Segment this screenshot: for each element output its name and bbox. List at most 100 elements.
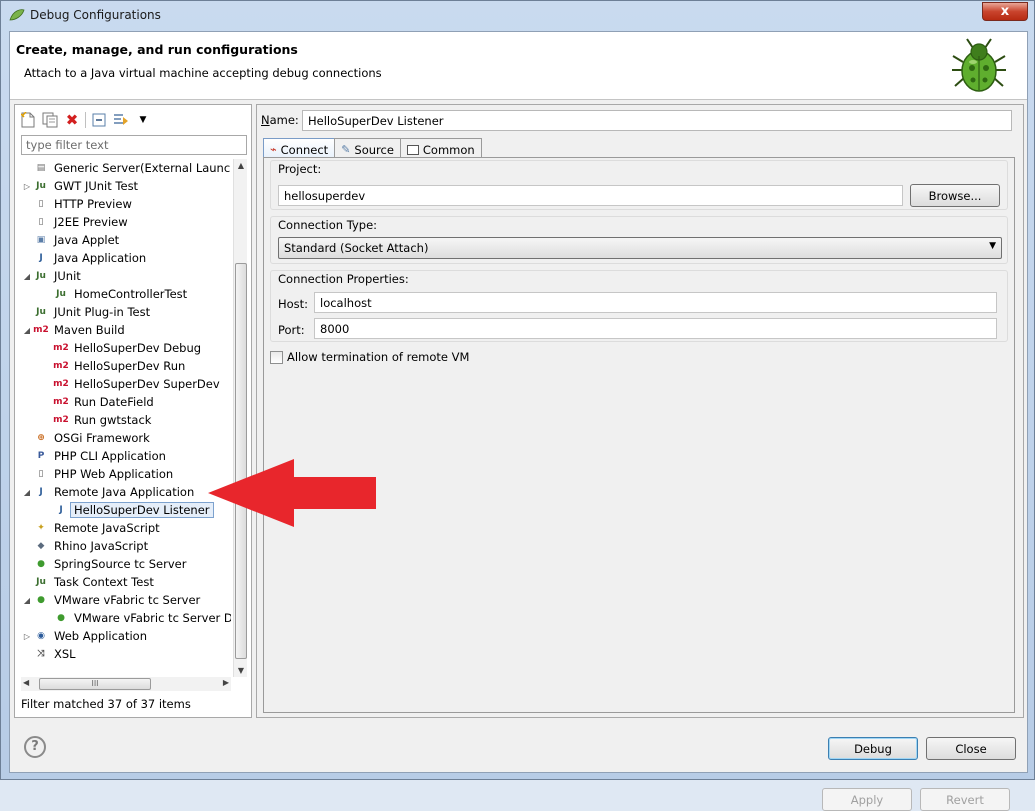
tree-item[interactable]: m2 HelloSuperDev Debug bbox=[41, 339, 201, 357]
tree-item-label: Run DateField bbox=[74, 395, 154, 409]
horizontal-scrollbar-thumb[interactable]: III bbox=[39, 678, 151, 690]
tree-item[interactable]: ◢ ● VMware vFabric tc Server bbox=[21, 591, 200, 609]
tree-item[interactable]: ● VMware vFabric tc Server De bbox=[41, 609, 231, 627]
tree-item-label: Remote JavaScript bbox=[54, 521, 160, 535]
junit-icon: Ju bbox=[36, 181, 46, 191]
tab-connect[interactable]: ⌁ Connect bbox=[263, 138, 336, 158]
tree-item-label: Java Applet bbox=[54, 233, 120, 247]
duplicate-icon[interactable] bbox=[41, 111, 59, 129]
expanded-twisty-icon[interactable]: ◢ bbox=[21, 488, 33, 497]
tree-item[interactable]: ▷ ◉ Web Application bbox=[21, 627, 147, 645]
spring-icon: ● bbox=[57, 613, 65, 623]
revert-button[interactable]: Revert bbox=[920, 788, 1010, 811]
connection-properties-label: Connection Properties: bbox=[278, 272, 409, 286]
tab-common-label: Common bbox=[422, 142, 475, 157]
tree-item[interactable]: P PHP CLI Application bbox=[21, 447, 166, 465]
page-icon: ▯ bbox=[38, 199, 44, 209]
connect-icon: ⌁ bbox=[270, 143, 277, 156]
tree-item[interactable]: ● SpringSource tc Server bbox=[21, 555, 186, 573]
tree-item-label: Task Context Test bbox=[54, 575, 154, 589]
tab-source[interactable]: ✎ Source bbox=[334, 138, 401, 158]
browse-button[interactable]: Browse... bbox=[910, 184, 1000, 207]
allow-termination-row[interactable]: Allow termination of remote VM bbox=[270, 350, 469, 364]
tree-item[interactable]: ▯ J2EE Preview bbox=[21, 213, 128, 231]
connection-type-select[interactable]: Standard (Socket Attach) ▼ bbox=[278, 237, 1002, 259]
title-bar[interactable]: Debug Configurations x bbox=[1, 1, 1034, 31]
tree-vertical-scrollbar[interactable]: ▲ ▼ bbox=[233, 159, 247, 677]
collapsed-twisty-icon[interactable]: ▷ bbox=[21, 632, 33, 641]
tree-item[interactable]: ◢ Ju JUnit bbox=[21, 267, 81, 285]
tree-item[interactable]: ▯ PHP Web Application bbox=[21, 465, 174, 483]
rhino-icon: ◆ bbox=[37, 541, 45, 551]
tree-item[interactable]: m2 HelloSuperDev SuperDev bbox=[41, 375, 220, 393]
tree-item-label: VMware vFabric tc Server De bbox=[74, 611, 231, 625]
globe-icon: ◉ bbox=[37, 631, 45, 641]
port-input[interactable]: 8000 bbox=[314, 318, 997, 339]
tree-item[interactable]: Ju JUnit Plug-in Test bbox=[21, 303, 150, 321]
project-label: Project: bbox=[278, 162, 322, 176]
spring-icon: ● bbox=[37, 559, 45, 569]
maven-icon: m2 bbox=[33, 325, 49, 335]
chevron-down-icon: ▼ bbox=[989, 241, 996, 251]
tab-common[interactable]: Common bbox=[399, 138, 482, 158]
connect-tab-content: Project: hellosuperdev Browse... Connect… bbox=[263, 157, 1015, 811]
common-icon bbox=[406, 144, 419, 155]
tree-item[interactable]: m2 Run DateField bbox=[41, 393, 154, 411]
filter-input[interactable]: type filter text bbox=[21, 135, 247, 155]
collapsed-twisty-icon[interactable]: ▷ bbox=[21, 182, 33, 191]
tree-item[interactable]: ⊕ OSGi Framework bbox=[21, 429, 150, 447]
tree-item[interactable]: ◢ m2 Maven Build bbox=[21, 321, 125, 339]
tree-item[interactable]: ▤ Generic Server(External Launch) bbox=[21, 159, 231, 177]
allow-termination-checkbox[interactable] bbox=[270, 350, 283, 364]
tree-item-label: J2EE Preview bbox=[54, 215, 128, 229]
configurations-tree: ▤ Generic Server(External Launch) ▷ Ju GWT J… bbox=[21, 159, 231, 677]
name-label-rest: ame: bbox=[269, 113, 299, 127]
tree-item[interactable]: Ju HomeControllerTest bbox=[41, 285, 187, 303]
header-title: Create, manage, and run configurations bbox=[16, 42, 298, 57]
tree-item[interactable]: ◆ Rhino JavaScript bbox=[21, 537, 149, 555]
junit-plugin-icon: Ju bbox=[36, 307, 46, 317]
filter-icon[interactable] bbox=[112, 111, 130, 129]
collapse-all-icon[interactable] bbox=[90, 111, 108, 129]
bug-icon bbox=[952, 38, 1006, 92]
tree-item[interactable]: ▣ Java Applet bbox=[21, 231, 119, 249]
name-input[interactable]: HelloSuperDev Listener bbox=[302, 110, 1012, 131]
tree-item[interactable]: J HelloSuperDev Listener bbox=[41, 501, 214, 519]
apply-button[interactable]: Apply bbox=[822, 788, 912, 811]
tree-item[interactable]: J Java Application bbox=[21, 249, 146, 267]
help-icon[interactable]: ? bbox=[24, 736, 46, 758]
debug-button[interactable]: Debug bbox=[828, 737, 918, 760]
tree-item[interactable]: ◢ J Remote Java Application bbox=[21, 483, 194, 501]
project-input[interactable]: hellosuperdev bbox=[278, 185, 903, 206]
window-close-button[interactable]: x bbox=[982, 2, 1028, 21]
tree-item[interactable]: ▯ HTTP Preview bbox=[21, 195, 132, 213]
new-configuration-icon[interactable] bbox=[19, 111, 37, 129]
tree-item-label: VMware vFabric tc Server bbox=[54, 593, 201, 607]
tree-item-label: HelloSuperDev Listener bbox=[70, 502, 214, 518]
osgi-icon: ⊕ bbox=[37, 433, 45, 443]
host-input[interactable]: localhost bbox=[314, 292, 997, 313]
maven-icon: m2 bbox=[53, 415, 69, 425]
tree-item-label: HTTP Preview bbox=[54, 197, 132, 211]
maven-icon: m2 bbox=[53, 343, 69, 353]
tree-item[interactable]: Ju Task Context Test bbox=[21, 573, 154, 591]
tree-item[interactable]: ✦ Remote JavaScript bbox=[21, 519, 160, 537]
tree-item[interactable]: m2 HelloSuperDev Run bbox=[41, 357, 185, 375]
delete-icon[interactable]: ✖ bbox=[63, 111, 81, 129]
expanded-twisty-icon[interactable]: ◢ bbox=[21, 272, 33, 281]
dropdown-icon[interactable]: ▼ bbox=[134, 111, 152, 129]
expanded-twisty-icon[interactable]: ◢ bbox=[21, 326, 33, 335]
scroll-down-icon[interactable]: ▼ bbox=[234, 666, 248, 675]
configurations-pane: ✖ ▼ type filter text ▤ Generic Server(Ext… bbox=[14, 104, 252, 718]
close-button[interactable]: Close bbox=[926, 737, 1016, 760]
tree-item[interactable]: m2 Run gwtstack bbox=[41, 411, 151, 429]
tree-item[interactable]: ⤨ XSL bbox=[21, 645, 75, 663]
tree-horizontal-scrollbar[interactable]: ◀ III ▶ bbox=[21, 677, 231, 691]
scroll-left-icon[interactable]: ◀ bbox=[23, 678, 29, 687]
scroll-right-icon[interactable]: ▶ bbox=[223, 678, 229, 687]
scroll-up-icon[interactable]: ▲ bbox=[234, 161, 248, 170]
expanded-twisty-icon[interactable]: ◢ bbox=[21, 596, 33, 605]
tree-item[interactable]: ▷ Ju GWT JUnit Test bbox=[21, 177, 138, 195]
red-arrow-annotation bbox=[208, 459, 376, 527]
host-label: Host: bbox=[278, 297, 309, 311]
